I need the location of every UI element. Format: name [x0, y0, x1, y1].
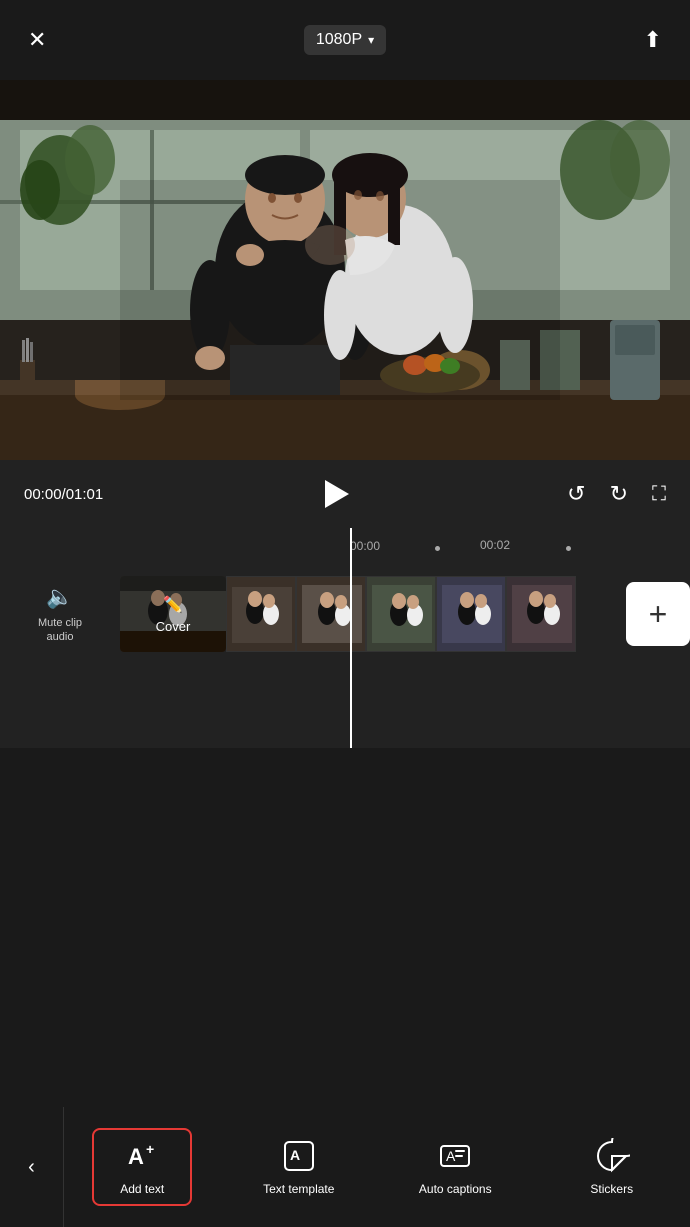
cover-thumbnail[interactable]: ✏️ Cover — [120, 576, 226, 652]
film-frame — [506, 576, 576, 652]
video-preview — [0, 80, 690, 460]
resolution-label: 1080P — [316, 31, 362, 49]
controls-right: ↺ ↻ ⛶ — [567, 481, 666, 507]
undo-button[interactable]: ↺ — [567, 481, 585, 507]
svg-text:A: A — [290, 1147, 300, 1163]
add-clip-button[interactable]: + — [626, 582, 690, 646]
stickers-button[interactable]: Stickers — [562, 1130, 662, 1204]
auto-captions-label: Auto captions — [419, 1182, 492, 1196]
resolution-selector[interactable]: 1080P ▾ — [304, 25, 386, 55]
play-button[interactable] — [317, 476, 353, 512]
timecode-display: 00:00/01:01 — [24, 486, 103, 503]
scene-svg — [0, 80, 690, 460]
stickers-label: Stickers — [590, 1182, 633, 1196]
play-icon — [325, 480, 349, 508]
film-frame — [436, 576, 506, 652]
bottom-toolbar: ‹ A + Add text A Text template A — [0, 1107, 690, 1227]
toolbar-items: A + Add text A Text template A Auto capt… — [64, 1107, 690, 1227]
back-button[interactable]: ‹ — [0, 1107, 64, 1227]
plus-icon: + — [649, 596, 668, 633]
stickers-icon — [594, 1138, 630, 1174]
ruler-dot-1 — [435, 546, 440, 551]
scene-container — [0, 80, 690, 460]
top-bar: ✕ 1080P ▾ ⬆ — [0, 0, 690, 80]
cover-label: Cover — [156, 619, 191, 634]
ruler-dot-2 — [566, 546, 571, 551]
svg-text:A: A — [446, 1148, 456, 1164]
text-template-label: Text template — [263, 1182, 334, 1196]
svg-text:A: A — [128, 1144, 144, 1169]
add-text-button[interactable]: A + Add text — [92, 1128, 192, 1206]
timeline-track-row: 🔈 Mute clipaudio ✏️ Cover — [0, 564, 690, 664]
auto-captions-icon: A — [437, 1138, 473, 1174]
add-text-icon: A + — [124, 1138, 160, 1174]
timeline-spacer — [0, 664, 690, 724]
timeline-section: 00:00 00:02 🔈 Mute clipaudio — [0, 528, 690, 748]
chevron-down-icon: ▾ — [368, 33, 374, 47]
back-icon: ‹ — [28, 1156, 35, 1179]
edit-icon: ✏️ — [163, 595, 183, 615]
playback-controls — [131, 476, 539, 512]
mute-clip-button[interactable]: 🔈 Mute clipaudio — [0, 584, 120, 645]
timeline-ruler: 00:00 00:02 — [0, 528, 690, 564]
auto-captions-button[interactable]: A Auto captions — [405, 1130, 505, 1204]
redo-button[interactable]: ↻ — [610, 481, 628, 507]
mute-label: Mute clipaudio — [38, 616, 82, 645]
text-template-button[interactable]: A Text template — [249, 1130, 349, 1204]
speaker-icon: 🔈 — [46, 584, 73, 610]
film-frame — [366, 576, 436, 652]
ruler-mark-2: 00:02 — [480, 538, 510, 552]
svg-text:+: + — [146, 1141, 154, 1157]
close-button[interactable]: ✕ — [28, 27, 46, 53]
film-strip — [226, 576, 618, 652]
text-template-icon: A — [281, 1138, 317, 1174]
fullscreen-button[interactable]: ⛶ — [652, 483, 666, 506]
ruler-mark-0: 00:00 — [350, 539, 380, 553]
cover-overlay: ✏️ Cover — [120, 576, 226, 652]
film-strip-inner — [226, 576, 576, 652]
controls-bar: 00:00/01:01 ↺ ↻ ⛶ — [0, 460, 690, 528]
film-frame — [226, 576, 296, 652]
upload-button[interactable]: ⬆ — [644, 27, 662, 53]
film-frame — [296, 576, 366, 652]
add-text-label: Add text — [120, 1182, 164, 1196]
